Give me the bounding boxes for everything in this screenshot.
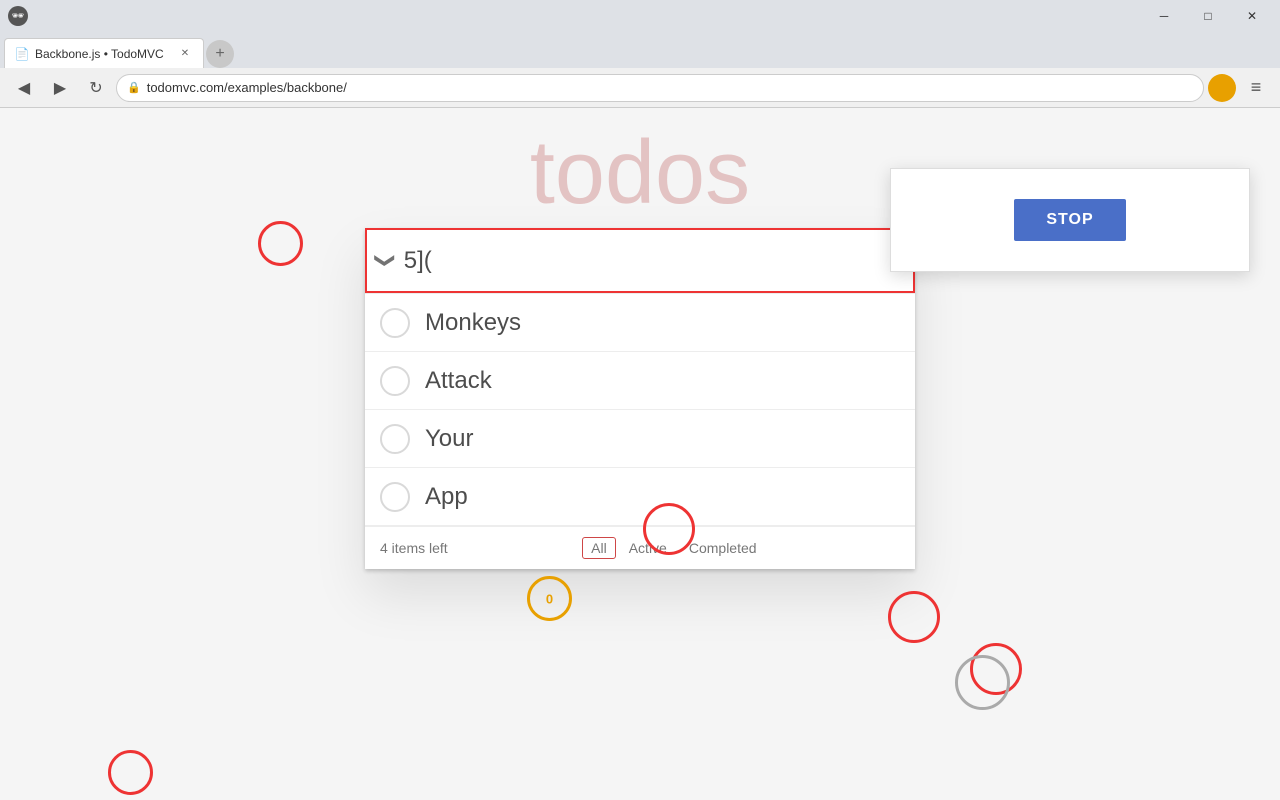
todo-text-1: Monkeys	[425, 309, 521, 337]
todo-item-2: Attack	[365, 352, 915, 410]
todo-container: ❯ Monkeys Attack Your	[365, 228, 915, 569]
filter-all-button[interactable]: All	[582, 537, 616, 559]
items-left-count: 4 items left	[380, 540, 448, 556]
todo-input-row: ❯	[365, 228, 915, 293]
tab-favicon: 📄	[15, 47, 29, 61]
todo-text-3: Your	[425, 425, 474, 453]
page-content: todos ❯ Monkeys Attack	[0, 108, 1280, 800]
todo-checkbox-4[interactable]	[380, 482, 410, 512]
tab-bar: 📄 Backbone.js • TodoMVC ✕ +	[0, 32, 1280, 68]
new-tab-button[interactable]: +	[206, 40, 234, 68]
app-title: todos	[365, 128, 915, 218]
browser-tab-active[interactable]: 📄 Backbone.js • TodoMVC ✕	[4, 38, 204, 68]
todo-app: todos ❯ Monkeys Attack	[365, 128, 915, 800]
tab-close-button[interactable]: ✕	[177, 46, 193, 62]
filter-completed-button[interactable]: Completed	[680, 537, 766, 559]
browser-icon: 🕶	[8, 6, 28, 26]
nav-bar: ◀ ▶ ↻ 🔒 todomvc.com/examples/backbone/ ≡	[0, 68, 1280, 108]
menu-button[interactable]: ≡	[1240, 72, 1272, 104]
todo-text-4: App	[425, 483, 468, 511]
reload-button[interactable]: ↻	[80, 72, 112, 104]
url-text: todomvc.com/examples/backbone/	[147, 80, 1193, 95]
todo-new-input[interactable]	[404, 247, 903, 275]
todo-checkbox-1[interactable]	[380, 308, 410, 338]
filter-active-button[interactable]: Active	[620, 537, 676, 559]
title-bar-controls: ─ □ ✕	[1144, 0, 1272, 32]
todo-checkbox-3[interactable]	[380, 424, 410, 454]
minimize-button[interactable]: ─	[1144, 0, 1184, 32]
todo-item-3: Your	[365, 410, 915, 468]
maximize-button[interactable]: □	[1188, 0, 1228, 32]
todo-list: Monkeys Attack Your App	[365, 293, 915, 526]
tab-title: Backbone.js • TodoMVC	[35, 47, 171, 61]
filter-buttons: All Active Completed	[582, 537, 765, 559]
todo-checkbox-2[interactable]	[380, 366, 410, 396]
profile-button[interactable]	[1208, 74, 1236, 102]
close-button[interactable]: ✕	[1232, 0, 1272, 32]
todo-text-2: Attack	[425, 367, 492, 395]
stop-overlay: STOP	[890, 168, 1250, 272]
todo-item-4: App	[365, 468, 915, 526]
browser-chrome: 🕶 ─ □ ✕ 📄 Backbone.js • TodoMVC ✕ + ◀ ▶ …	[0, 0, 1280, 108]
title-bar: 🕶 ─ □ ✕	[0, 0, 1280, 32]
address-bar[interactable]: 🔒 todomvc.com/examples/backbone/	[116, 74, 1204, 102]
toggle-all-button[interactable]: ❯	[373, 252, 398, 269]
forward-button[interactable]: ▶	[44, 72, 76, 104]
todo-item-1: Monkeys	[365, 294, 915, 352]
todo-footer: 4 items left All Active Completed	[365, 526, 915, 569]
lock-icon: 🔒	[127, 81, 141, 94]
back-button[interactable]: ◀	[8, 72, 40, 104]
stop-button[interactable]: STOP	[1014, 199, 1125, 241]
